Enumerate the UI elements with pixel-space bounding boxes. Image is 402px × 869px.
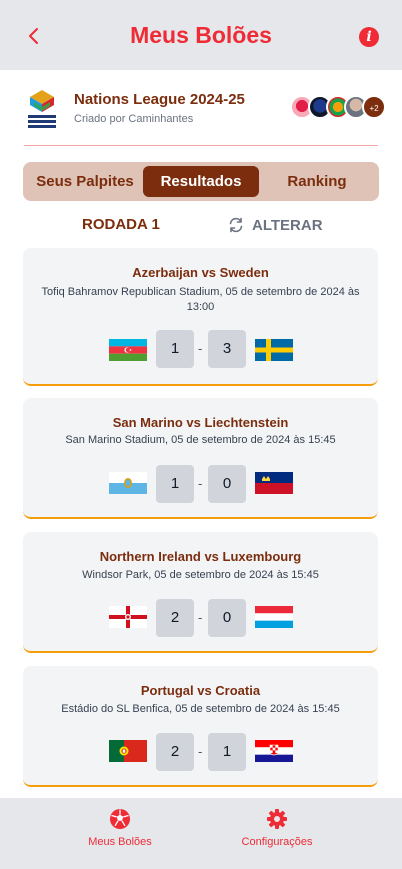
portugal-flag	[109, 740, 147, 762]
match-card[interactable]: Northern Ireland vs Luxembourg Windsor P…	[23, 532, 378, 653]
match-title: Portugal vs Croatia	[140, 683, 261, 698]
away-score: 0	[208, 465, 246, 503]
match-title: Northern Ireland vs Luxembourg	[99, 549, 302, 564]
league-name: Nations League 2024-25	[74, 91, 245, 108]
tabs: Seus Palpites Resultados Ranking	[23, 162, 379, 201]
match-venue: Windsor Park, 05 de setembro de 2024 às …	[82, 569, 319, 581]
azerbaijan-flag	[109, 339, 147, 361]
sweden-flag	[255, 339, 293, 361]
league-creator: Criado por Caminhantes	[74, 113, 194, 125]
round-label: RODADA 1	[82, 216, 160, 233]
tab-seus-palpites[interactable]: Seus Palpites	[29, 166, 141, 197]
info-icon: i	[366, 29, 372, 45]
match-venue: Estádio do SL Benfica, 05 de setembro de…	[61, 703, 340, 715]
liechtenstein-flag	[255, 472, 293, 494]
refresh-icon	[229, 217, 243, 233]
tab-ranking[interactable]: Ranking	[261, 166, 373, 197]
away-score: 1	[208, 733, 246, 771]
nav-label: Configurações	[241, 836, 313, 848]
score-separator: -	[198, 744, 203, 759]
home-score: 1	[156, 330, 194, 368]
nav-item-configuracoes[interactable]: Configurações	[217, 808, 337, 848]
northern-ireland-flag	[109, 606, 147, 628]
tab-resultados[interactable]: Resultados	[143, 166, 259, 197]
away-score: 3	[208, 330, 246, 368]
croatia-flag	[255, 740, 293, 762]
match-venue: Tofiq Bahramov Republican Stadium, 05 de…	[41, 286, 360, 313]
change-round-button[interactable]: ALTERAR	[228, 214, 323, 236]
match-title: Azerbaijan vs Sweden	[132, 265, 269, 280]
info-button[interactable]: i	[359, 27, 379, 47]
san-marino-flag	[109, 472, 147, 494]
header-divider	[24, 145, 378, 146]
page-title: Meus Bolões	[130, 22, 272, 48]
nav-item-meus-boloes[interactable]: Meus Bolões	[60, 808, 180, 848]
top-bar: Meus Bolões i	[0, 0, 402, 70]
score-separator: -	[198, 610, 203, 625]
home-score: 2	[156, 599, 194, 637]
match-title: San Marino vs Liechtenstein	[112, 415, 289, 430]
home-score: 1	[156, 465, 194, 503]
nav-label: Meus Bolões	[88, 836, 152, 848]
league-header: Nations League 2024-25 Criado por Caminh…	[0, 70, 402, 148]
luxembourg-flag	[255, 606, 293, 628]
match-venue: San Marino Stadium, 05 de setembro de 20…	[65, 434, 336, 446]
home-score: 2	[156, 733, 194, 771]
match-card[interactable]: Azerbaijan vs Sweden Tofiq Bahramov Repu…	[23, 248, 378, 386]
match-card[interactable]: Portugal vs Croatia Estádio do SL Benfic…	[23, 666, 378, 787]
extra-members-badge: +2	[362, 95, 386, 119]
score-separator: -	[198, 476, 203, 491]
soccer-ball-icon	[110, 809, 130, 829]
change-round-label: ALTERAR	[252, 216, 323, 234]
score-separator: -	[198, 341, 203, 356]
gear-icon	[267, 809, 287, 829]
bottom-nav: Meus Bolões Configurações	[0, 798, 402, 869]
match-card[interactable]: San Marino vs Liechtenstein San Marino S…	[23, 398, 378, 519]
member-avatars[interactable]: +2	[290, 95, 386, 121]
nations-league-logo	[28, 90, 56, 128]
away-score: 0	[208, 599, 246, 637]
